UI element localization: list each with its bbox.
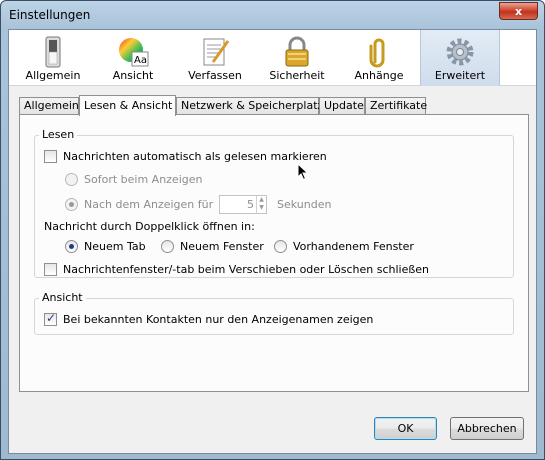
open-in-window-radio[interactable] xyxy=(161,240,174,253)
toolbar-button-ansicht[interactable]: Aa Ansicht xyxy=(101,30,165,86)
toolbar-button-anhaenge[interactable]: Anhänge xyxy=(347,30,411,86)
title-bar[interactable]: Einstellungen x xyxy=(1,1,544,29)
tab-netzwerk-speicherplatz[interactable]: Netzwerk & Speicherplatz xyxy=(176,97,323,115)
light-switch-icon xyxy=(45,36,61,68)
tab-allgemein[interactable]: Allgemein xyxy=(19,97,79,115)
display-names-option[interactable]: Bei bekannten Kontakten nur den Anzeigen… xyxy=(44,311,374,326)
open-in-existing-option[interactable]: Vorhandenem Fenster xyxy=(274,240,414,253)
seconds-value: 5 xyxy=(247,198,254,211)
svg-text:Aa: Aa xyxy=(134,55,147,66)
open-in-window-option[interactable]: Neuem Fenster xyxy=(161,240,264,253)
chevron-up-icon[interactable]: ▲ xyxy=(257,196,266,204)
paperclip-icon xyxy=(369,38,385,68)
ok-button[interactable]: OK xyxy=(374,417,437,440)
nach-option[interactable]: Nach dem Anzeigen für xyxy=(65,198,213,211)
auto-mark-read-checkbox[interactable] xyxy=(44,150,57,163)
display-names-label: Bei bekannten Kontakten nur den Anzeigen… xyxy=(63,313,374,326)
tab-update[interactable]: Update xyxy=(319,97,365,115)
toolbar-label: Allgemein xyxy=(25,69,81,82)
doubleclick-heading: Nachricht durch Doppelklick öffnen in: xyxy=(44,220,255,233)
toolbar-button-allgemein[interactable]: Allgemein xyxy=(21,30,85,86)
close-icon: x xyxy=(514,4,523,18)
open-in-tab-label: Neuem Tab xyxy=(84,240,146,253)
group-ansicht: Ansicht Bei bekannten Kontakten nur den … xyxy=(34,291,514,335)
chevron-down-icon[interactable]: ▼ xyxy=(257,204,266,212)
toolbar-label: Verfassen xyxy=(188,69,242,82)
open-in-existing-label: Vorhandenem Fenster xyxy=(293,240,414,253)
nach-radio[interactable] xyxy=(65,198,78,211)
toolbar-button-erweitert[interactable]: Erweitert xyxy=(420,30,500,86)
cancel-button[interactable]: Abbrechen xyxy=(450,417,524,440)
preferences-window: Einstellungen x Allgemein Aa Ansicht Ver… xyxy=(0,0,545,460)
nach-label: Nach dem Anzeigen für xyxy=(84,198,214,211)
spinner-arrows[interactable]: ▲ ▼ xyxy=(256,196,266,213)
open-in-tab-radio[interactable] xyxy=(65,240,78,253)
auto-mark-read-option[interactable]: Nachrichten automatisch als gelesen mark… xyxy=(44,150,327,163)
group-legend-ansicht: Ansicht xyxy=(39,291,86,304)
sofort-label: Sofort beim Anzeigen xyxy=(84,173,203,186)
tab-zertifikate[interactable]: Zertifikate xyxy=(365,97,427,115)
window-title: Einstellungen xyxy=(9,8,91,22)
doubleclick-label: Nachricht durch Doppelklick öffnen in: xyxy=(44,220,255,233)
padlock-icon xyxy=(285,36,309,67)
open-in-window-label: Neuem Fenster xyxy=(180,240,264,253)
close-on-move-option[interactable]: Nachrichtenfenster/-tab beim Verschieben… xyxy=(44,263,429,276)
display-names-checkbox[interactable] xyxy=(44,311,57,326)
open-in-existing-radio[interactable] xyxy=(274,240,287,253)
close-on-move-label: Nachrichtenfenster/-tab beim Verschieben… xyxy=(63,263,430,276)
close-button[interactable]: x xyxy=(499,2,538,20)
category-toolbar: Allgemein Aa Ansicht Verfassen Sicherhei… xyxy=(9,30,536,86)
seconds-unit: Sekunden xyxy=(277,198,331,211)
seconds-unit-label: Sekunden xyxy=(277,198,332,211)
auto-mark-read-label: Nachrichten automatisch als gelesen mark… xyxy=(63,150,327,163)
toolbar-button-verfassen[interactable]: Verfassen xyxy=(183,30,247,86)
toolbar-label: Ansicht xyxy=(112,69,154,82)
tab-lesen-ansicht[interactable]: Lesen & Ansicht xyxy=(79,95,176,116)
group-lesen: Lesen Nachrichten automatisch als gelese… xyxy=(34,128,514,278)
sofort-radio[interactable] xyxy=(65,173,78,186)
close-on-move-checkbox[interactable] xyxy=(44,263,57,276)
mouse-cursor-icon xyxy=(297,163,309,181)
toolbar-label: Erweitert xyxy=(434,69,486,82)
tab-panel-lesen-ansicht: Lesen Nachrichten automatisch als gelese… xyxy=(19,114,529,392)
seconds-spinner[interactable]: 5 ▲ ▼ xyxy=(219,195,267,214)
gear-icon xyxy=(446,38,474,66)
open-in-tab-option[interactable]: Neuem Tab xyxy=(65,240,146,253)
notepad-pen-icon xyxy=(203,38,230,66)
sofort-option[interactable]: Sofort beim Anzeigen xyxy=(65,173,202,186)
toolbar-label: Anhänge xyxy=(354,69,404,82)
toolbar-label: Sicherheit xyxy=(269,69,325,82)
color-wheel-icon: Aa xyxy=(119,38,149,67)
group-legend-lesen: Lesen xyxy=(39,128,78,141)
dialog-client: Allgemein Aa Ansicht Verfassen Sicherhei… xyxy=(8,29,537,454)
toolbar-button-sicherheit[interactable]: Sicherheit xyxy=(265,30,329,86)
